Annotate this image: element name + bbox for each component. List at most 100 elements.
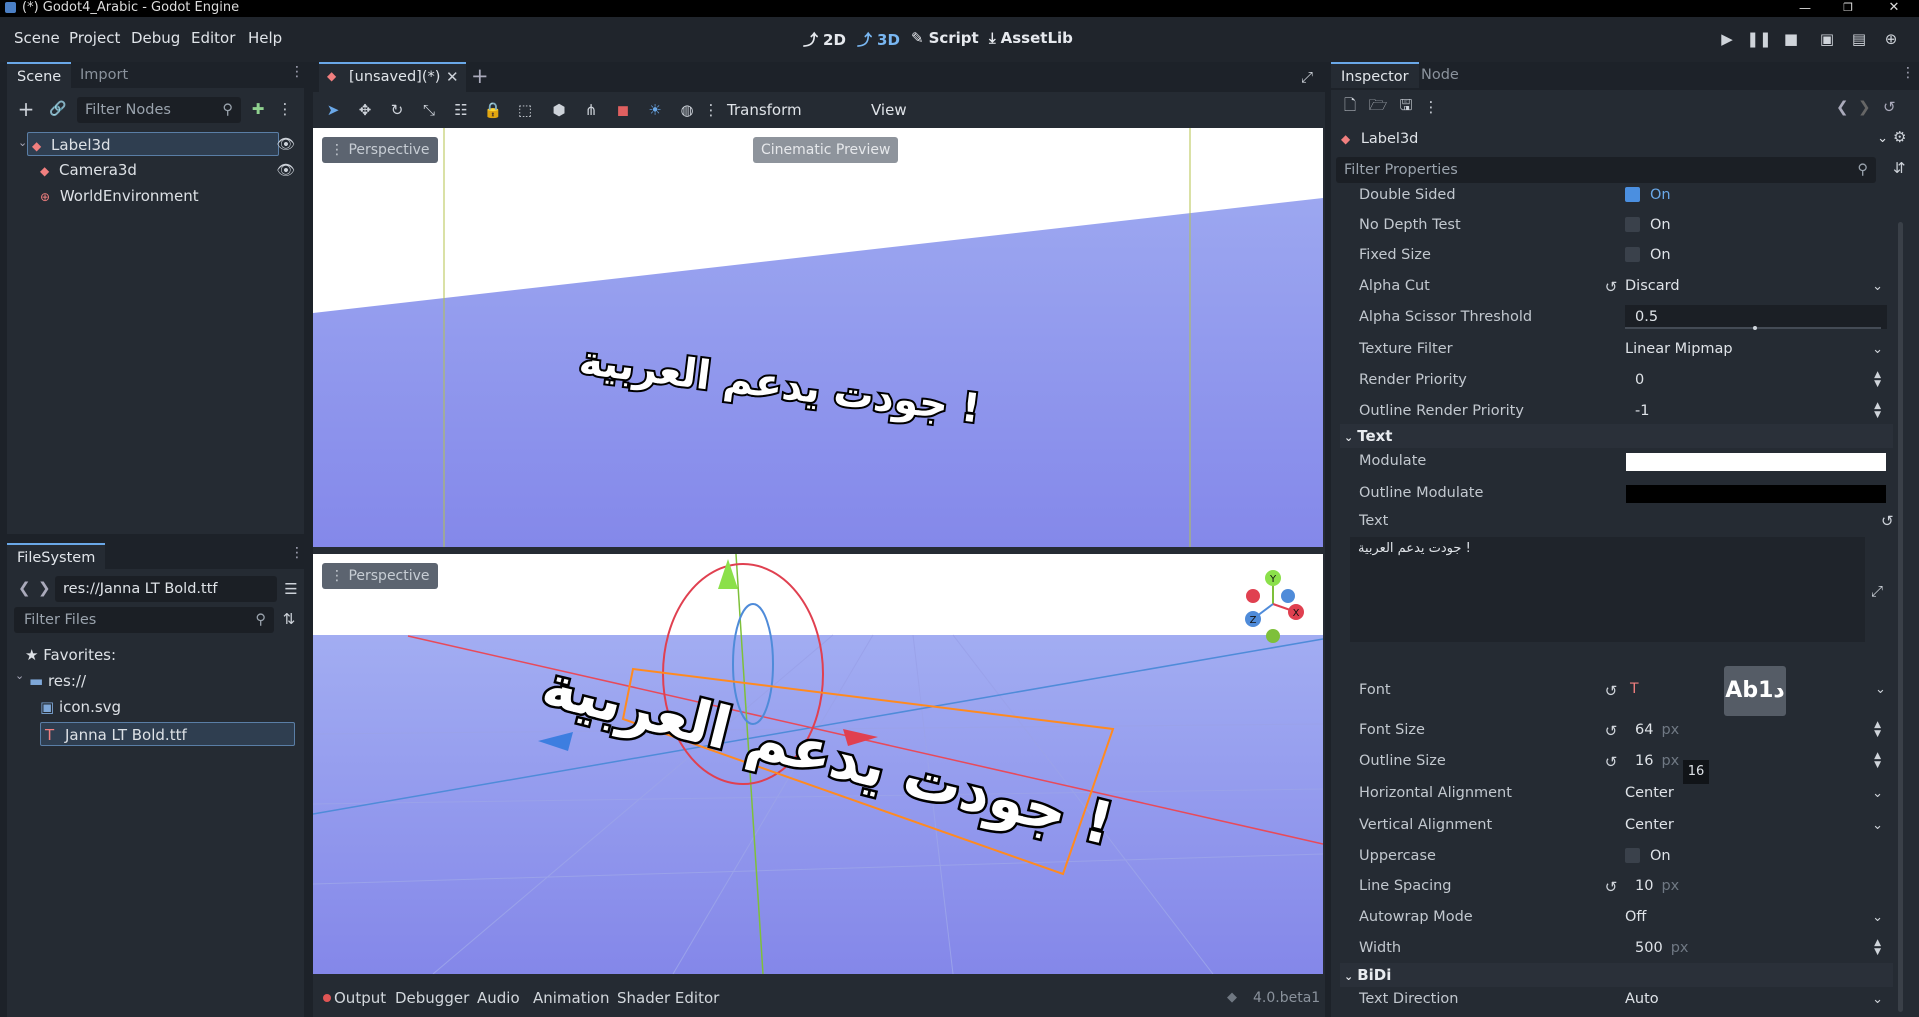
move-tool-icon[interactable]: ✥ <box>355 100 375 120</box>
stop-icon[interactable]: ■ <box>1778 28 1804 50</box>
prop-vertical-alignment[interactable]: Vertical Alignment Center ⌄ <box>1335 810 1899 841</box>
reset-icon[interactable]: ↺ <box>1603 278 1619 296</box>
local-space-icon[interactable]: ⬢ <box>549 100 569 120</box>
checkbox-checked-icon[interactable] <box>1625 186 1640 202</box>
prop-outline-render-priority[interactable]: Outline Render Priority -1 ▲ ▼ <box>1335 396 1899 427</box>
new-resource-icon[interactable]: 🗋 <box>1341 96 1359 116</box>
save-icon[interactable]: 🖫 <box>1397 96 1415 116</box>
tree-node-label3d[interactable]: ◆ Label3d <box>27 132 279 156</box>
tab-inspector[interactable]: Inspector <box>1331 62 1419 88</box>
slider-grabber[interactable] <box>1753 326 1757 330</box>
dock-menu-icon[interactable]: ⋮ <box>290 545 304 561</box>
dock-menu-icon[interactable]: ⋮ <box>290 64 304 80</box>
object-properties-icon[interactable]: ⚙ <box>1893 128 1906 146</box>
property-sort-icon[interactable]: ⇵ <box>1893 159 1906 177</box>
reset-icon[interactable]: ↺ <box>1881 512 1894 530</box>
spinner-icon[interactable]: ▲ ▼ <box>1874 402 1881 420</box>
tree-node-worldenvironment[interactable]: ⊕ WorldEnvironment <box>40 184 270 208</box>
maximize-icon[interactable]: ❐ <box>1838 0 1858 15</box>
add-script-icon[interactable]: ✚ <box>247 98 269 120</box>
view-menu[interactable]: View <box>871 101 907 119</box>
prop-text-direction[interactable]: Text Direction Auto ⌄ <box>1335 984 1899 1015</box>
perspective-menu-top[interactable]: ⋮ Perspective <box>322 137 438 163</box>
collapse-icon[interactable]: ⌄ <box>18 136 27 149</box>
file-icon-svg[interactable]: ▣ icon.svg <box>40 695 121 719</box>
scale-tool-icon[interactable]: ⤡ <box>419 100 439 120</box>
scene-menu-icon[interactable]: ⋮ <box>277 98 293 120</box>
prop-double-sided[interactable]: Double Sided On <box>1335 180 1899 211</box>
tab-animation[interactable]: Animation <box>533 980 609 1016</box>
tab-scene[interactable]: Scene <box>7 62 72 88</box>
filter-nodes-input[interactable]: Filter Nodes ⚲ <box>77 97 241 123</box>
snap-icon[interactable]: ⋔ <box>581 100 601 120</box>
prop-autowrap-mode[interactable]: Autowrap Mode Off ⌄ <box>1335 902 1899 933</box>
history-icon[interactable]: ↺ <box>1883 98 1896 116</box>
section-text[interactable]: ⌄ Text <box>1340 424 1893 448</box>
text-edit-area[interactable]: جودت يدعم العربية ! <box>1350 537 1865 642</box>
chevron-down-icon[interactable]: ⌄ <box>1875 682 1886 697</box>
workspace-script[interactable]: ✎ Script <box>911 29 979 47</box>
add-tab-icon[interactable]: + <box>471 64 489 88</box>
tab-node[interactable]: Node <box>1411 62 1469 88</box>
dock-menu-icon[interactable]: ⋮ <box>1901 65 1915 81</box>
play-custom-scene-icon[interactable]: ▤ <box>1846 28 1872 50</box>
split-mode-icon[interactable]: ☰ <box>282 578 300 600</box>
checkbox-icon[interactable] <box>1625 216 1640 232</box>
color-swatch-black[interactable] <box>1626 485 1886 503</box>
play-icon[interactable]: ▶ <box>1714 28 1740 50</box>
sort-icon[interactable]: ⇅ <box>280 608 298 630</box>
menu-project[interactable]: Project <box>69 29 120 47</box>
workspace-3d[interactable]: ⤴ 3D <box>857 29 900 50</box>
prop-font-size[interactable]: Font Size ↺ 64 px ▲ ▼ <box>1335 715 1899 746</box>
res-folder-item[interactable]: ▬ res:// <box>29 669 86 693</box>
sun-preview-icon[interactable]: ☀ <box>645 100 665 120</box>
file-janna-font[interactable]: T Janna LT Bold.ttf <box>40 722 295 746</box>
path-field[interactable]: res://Janna LT Bold.ttf <box>55 576 277 602</box>
spinner-icon[interactable]: ▲ ▼ <box>1874 371 1881 389</box>
object-selector[interactable]: ◆ Label3d ⌄ <box>1336 127 1888 151</box>
tree-node-camera3d[interactable]: ◆ Camera3d <box>40 158 270 182</box>
tab-output[interactable]: Output <box>334 980 386 1016</box>
add-node-icon[interactable]: + <box>15 97 37 121</box>
menu-help[interactable]: Help <box>248 29 282 47</box>
play-scene-icon[interactable]: ▣ <box>1814 28 1840 50</box>
scene-tab-unsaved[interactable]: ◆ [unsaved](*) ✕ <box>319 62 466 92</box>
prop-font[interactable]: Font ↺ T Abد1 ⌄ <box>1335 666 1899 716</box>
spinner-icon[interactable]: ▲ ▼ <box>1874 939 1881 957</box>
color-swatch-white[interactable] <box>1626 453 1886 471</box>
reset-icon[interactable]: ↺ <box>1603 722 1619 740</box>
open-folder-icon[interactable]: 🗁 <box>1369 96 1388 116</box>
tab-debugger[interactable]: Debugger <box>395 980 469 1016</box>
prop-outline-modulate[interactable]: Outline Modulate <box>1335 478 1899 509</box>
close-tab-icon[interactable]: ✕ <box>446 68 459 86</box>
menu-scene[interactable]: Scene <box>14 29 60 47</box>
prop-alpha-scissor[interactable]: Alpha Scissor Threshold 0.5 <box>1335 302 1899 333</box>
pause-icon[interactable]: ❚❚ <box>1746 28 1772 50</box>
viewport-bottom[interactable]: جودت يدعم العربية ! ⋮ Perspective Y X Z <box>313 554 1323 974</box>
prop-uppercase[interactable]: Uppercase On <box>1335 841 1899 872</box>
history-back-icon[interactable]: ❮ <box>1836 98 1849 116</box>
rotate-tool-icon[interactable]: ↻ <box>387 100 407 120</box>
prop-outline-size[interactable]: Outline Size ↺ 16 px ▲ ▼ 16 <box>1335 746 1899 784</box>
select-tool-icon[interactable]: ➤ <box>323 100 343 120</box>
tab-shader-editor[interactable]: Shader Editor <box>617 980 719 1016</box>
transform-menu[interactable]: Transform <box>727 101 802 119</box>
inspector-menu-icon[interactable]: ⋮ <box>1424 98 1439 116</box>
visibility-icon[interactable]: 👁 <box>276 161 295 179</box>
font-preview[interactable]: Abد1 <box>1724 666 1786 716</box>
lock-icon[interactable]: 🔒 <box>483 100 503 120</box>
prop-width[interactable]: Width 500 px ▲ ▼ <box>1335 933 1899 964</box>
list-select-icon[interactable]: ☷ <box>451 100 471 120</box>
expand-editor-icon[interactable]: ⤢ <box>1871 582 1883 600</box>
axis-gizmo[interactable]: Y X Z <box>1233 564 1313 644</box>
close-window-icon[interactable]: ✕ <box>1884 0 1904 15</box>
minimize-icon[interactable]: — <box>1795 0 1815 15</box>
tab-audio[interactable]: Audio <box>477 980 520 1016</box>
reset-icon[interactable]: ↺ <box>1603 682 1619 700</box>
workspace-assetlib[interactable]: ⤓ AssetLib <box>989 29 1073 47</box>
prop-no-depth-test[interactable]: No Depth Test On <box>1335 210 1899 241</box>
workspace-2d[interactable]: ⤴ 2D <box>803 29 846 50</box>
tab-filesystem[interactable]: FileSystem <box>7 543 106 569</box>
spinner-icon[interactable]: ▲ ▼ <box>1874 721 1881 739</box>
spinner-icon[interactable]: ▲ ▼ <box>1874 752 1881 770</box>
